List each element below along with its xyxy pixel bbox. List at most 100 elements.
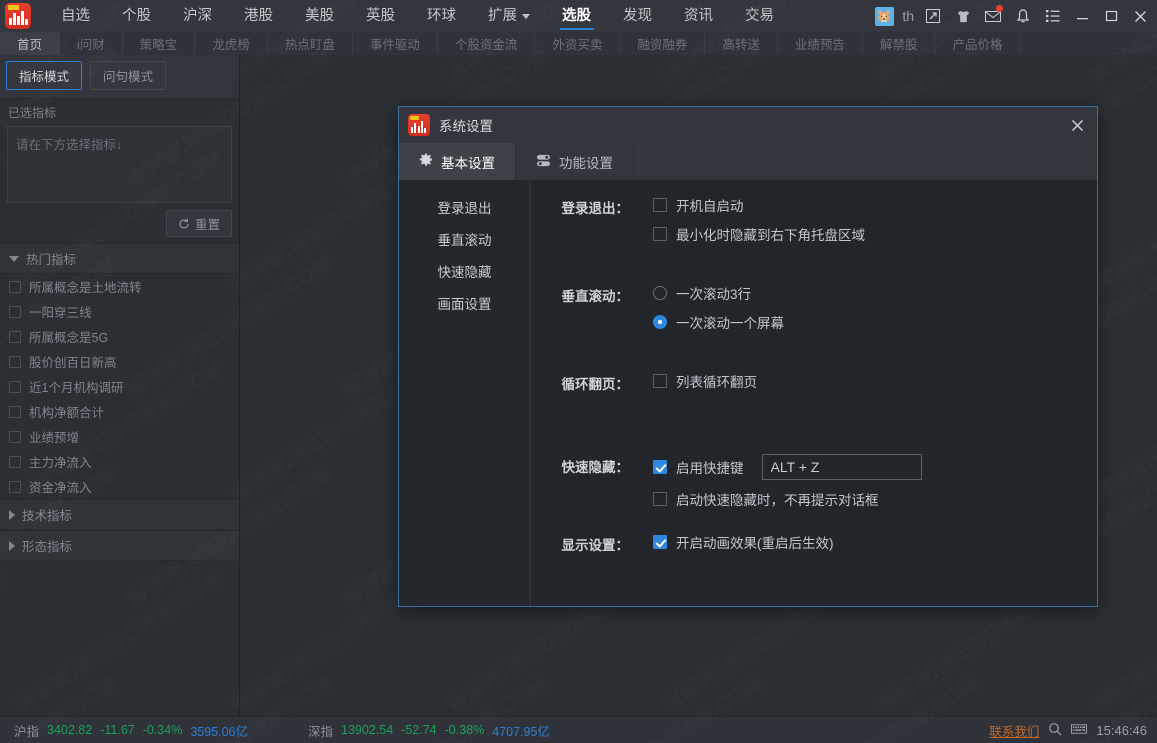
selected-indicators-label: 已选指标 xyxy=(8,106,57,120)
menu-item-10[interactable]: 资讯 xyxy=(668,0,729,32)
shirt-icon[interactable] xyxy=(948,0,978,32)
menu-item-6[interactable]: 环球 xyxy=(411,0,472,32)
index-percent: -0.38% xyxy=(444,723,485,737)
reset-row: 重置 xyxy=(0,203,239,243)
subtab-0[interactable]: 首页 xyxy=(0,32,61,55)
subtab-2[interactable]: 策略宝 xyxy=(123,32,196,55)
checkbox-icon[interactable] xyxy=(9,355,21,368)
index-percent: -0.34% xyxy=(142,723,183,737)
subtab-7[interactable]: 外资买卖 xyxy=(535,32,621,55)
subtab-6[interactable]: 个股资金流 xyxy=(438,32,536,55)
subtab-10[interactable]: 业绩预告 xyxy=(778,32,863,55)
option-label: 开机自启动 xyxy=(676,199,744,214)
checkbox-icon[interactable] xyxy=(9,455,21,468)
checkbox-icon[interactable] xyxy=(9,480,21,493)
subtab-4[interactable]: 热点盯盘 xyxy=(268,32,353,55)
search-icon[interactable] xyxy=(1048,722,1062,739)
status-bar: 沪指 3402.82 -11.67 -0.34% 3595.06亿 深指 13902.54-… xyxy=(0,716,1157,743)
option-3-1: 启动快速隐藏时，不再提示对话框 xyxy=(653,489,1097,509)
indicator-item-0-6[interactable]: 业绩预增 xyxy=(0,424,239,449)
menu-item-0[interactable]: 自选 xyxy=(45,0,106,32)
checkbox-icon[interactable] xyxy=(653,535,667,549)
subtab-3[interactable]: 龙虎榜 xyxy=(195,32,268,55)
indicator-item-0-0[interactable]: 所属概念是土地流转 xyxy=(0,274,239,299)
indicator-item-0-8[interactable]: 资金净流入 xyxy=(0,474,239,499)
indicator-item-label: 所属概念是5G xyxy=(29,331,109,345)
dialog-nav-item-1[interactable]: 垂直滚动 xyxy=(399,223,530,255)
maximize-icon[interactable] xyxy=(1097,0,1126,32)
checkbox-icon[interactable] xyxy=(9,380,21,393)
contact-us-link[interactable]: 联系我们 xyxy=(989,721,1039,740)
mode-button-1[interactable]: 问句模式 xyxy=(90,61,167,90)
menu-item-4[interactable]: 美股 xyxy=(289,0,350,32)
checkbox-icon[interactable] xyxy=(653,460,667,474)
dialog-nav-item-3[interactable]: 画面设置 xyxy=(399,287,530,319)
indicator-group-label: 热门指标 xyxy=(26,253,77,267)
option-4-0: 开启动画效果(重启后生效) xyxy=(653,532,1097,552)
indicator-group-header-1[interactable]: 技术指标 xyxy=(0,499,239,530)
selected-indicators-box[interactable]: 请在下方选择指标↓ xyxy=(7,126,232,203)
tab-function-settings[interactable]: 功能设置 xyxy=(516,143,634,180)
menu-item-label: 发现 xyxy=(623,8,652,24)
menu-item-8[interactable]: 选股 xyxy=(546,0,607,32)
bell-icon[interactable] xyxy=(1008,0,1038,32)
radio-icon[interactable] xyxy=(653,315,667,329)
share-icon[interactable] xyxy=(918,0,948,32)
menu-item-11[interactable]: 交易 xyxy=(729,0,790,32)
menu-item-label: 选股 xyxy=(562,8,591,24)
settings-row-controls: 一次滚动3行 一次滚动一个屏幕 xyxy=(629,283,1097,341)
index-change: -11.67 xyxy=(100,723,135,737)
menu-item-7[interactable]: 扩展 xyxy=(472,0,546,32)
dialog-nav-item-0[interactable]: 登录退出 xyxy=(399,191,530,223)
indicator-item-label: 机构净额合计 xyxy=(29,406,105,420)
menu-item-1[interactable]: 个股 xyxy=(106,0,167,32)
main-menu: 自选 个股 沪深 港股 美股 英股 环球 扩展 选股 发现 资讯 交易 xyxy=(45,0,790,32)
subtab-1[interactable]: i问财 xyxy=(60,32,123,55)
radio-icon[interactable] xyxy=(653,286,667,300)
checkbox-icon[interactable] xyxy=(653,227,667,241)
indicator-group-header-2[interactable]: 形态指标 xyxy=(0,530,239,561)
reset-button[interactable]: 重置 xyxy=(165,210,232,237)
checkbox-icon[interactable] xyxy=(653,374,667,388)
subtab-12[interactable]: 产品价格 xyxy=(935,32,1021,55)
shortcut-key-input[interactable] xyxy=(761,454,922,480)
mode-button-0[interactable]: 指标模式 xyxy=(6,61,83,90)
dialog-nav-item-2[interactable]: 快速隐藏 xyxy=(399,255,530,287)
tab-basic-settings[interactable]: 基本设置 xyxy=(399,143,516,180)
checkbox-icon[interactable] xyxy=(9,430,21,443)
indicator-item-0-7[interactable]: 主力净流入 xyxy=(0,449,239,474)
indicator-item-0-1[interactable]: 一阳穿三线 xyxy=(0,299,239,324)
checkbox-icon[interactable] xyxy=(9,405,21,418)
indicator-item-label: 资金净流入 xyxy=(29,481,92,495)
dialog-body: 登录退出 垂直滚动 快速隐藏 画面设置 登录退出： 开机自启动 最小化时隐藏到右下角托盘区… xyxy=(399,181,1097,606)
close-icon[interactable] xyxy=(1057,107,1097,143)
indicator-item-0-2[interactable]: 所属概念是5G xyxy=(0,324,239,349)
indicator-group-header-0[interactable]: 热门指标 xyxy=(0,243,239,274)
minimize-icon[interactable] xyxy=(1068,0,1097,32)
checkbox-icon[interactable] xyxy=(9,305,21,318)
user-avatar-icon[interactable]: 🐹 xyxy=(869,0,899,32)
subtab-9[interactable]: 高转送 xyxy=(705,32,778,55)
reset-button-label: 重置 xyxy=(194,218,220,232)
checkbox-icon[interactable] xyxy=(653,492,667,506)
checkbox-icon[interactable] xyxy=(653,198,667,212)
menu-item-3[interactable]: 港股 xyxy=(228,0,289,32)
menu-item-5[interactable]: 英股 xyxy=(350,0,411,32)
top-menu-bar: 自选 个股 沪深 港股 美股 英股 环球 扩展 选股 发现 资讯 交易 🐹 th xyxy=(0,0,1157,32)
checkbox-icon[interactable] xyxy=(9,280,21,293)
close-icon[interactable] xyxy=(1126,0,1155,32)
indicator-item-0-4[interactable]: 近1个月机构调研 xyxy=(0,374,239,399)
subtab-8[interactable]: 融资融券 xyxy=(620,32,706,55)
menu-item-label: 自选 xyxy=(61,8,90,24)
list-menu-icon[interactable] xyxy=(1038,0,1068,32)
indicator-item-0-5[interactable]: 机构净额合计 xyxy=(0,399,239,424)
subtab-11[interactable]: 解禁股 xyxy=(863,32,936,55)
menu-item-9[interactable]: 发现 xyxy=(607,0,668,32)
settings-row-label: 登录退出： xyxy=(561,201,630,216)
menu-item-2[interactable]: 沪深 xyxy=(167,0,228,32)
keyboard-icon[interactable] xyxy=(1071,723,1088,738)
checkbox-icon[interactable] xyxy=(9,330,21,343)
mail-icon[interactable] xyxy=(978,0,1008,32)
subtab-5[interactable]: 事件驱动 xyxy=(353,32,438,55)
indicator-item-0-3[interactable]: 股价创百日新高 xyxy=(0,349,239,374)
